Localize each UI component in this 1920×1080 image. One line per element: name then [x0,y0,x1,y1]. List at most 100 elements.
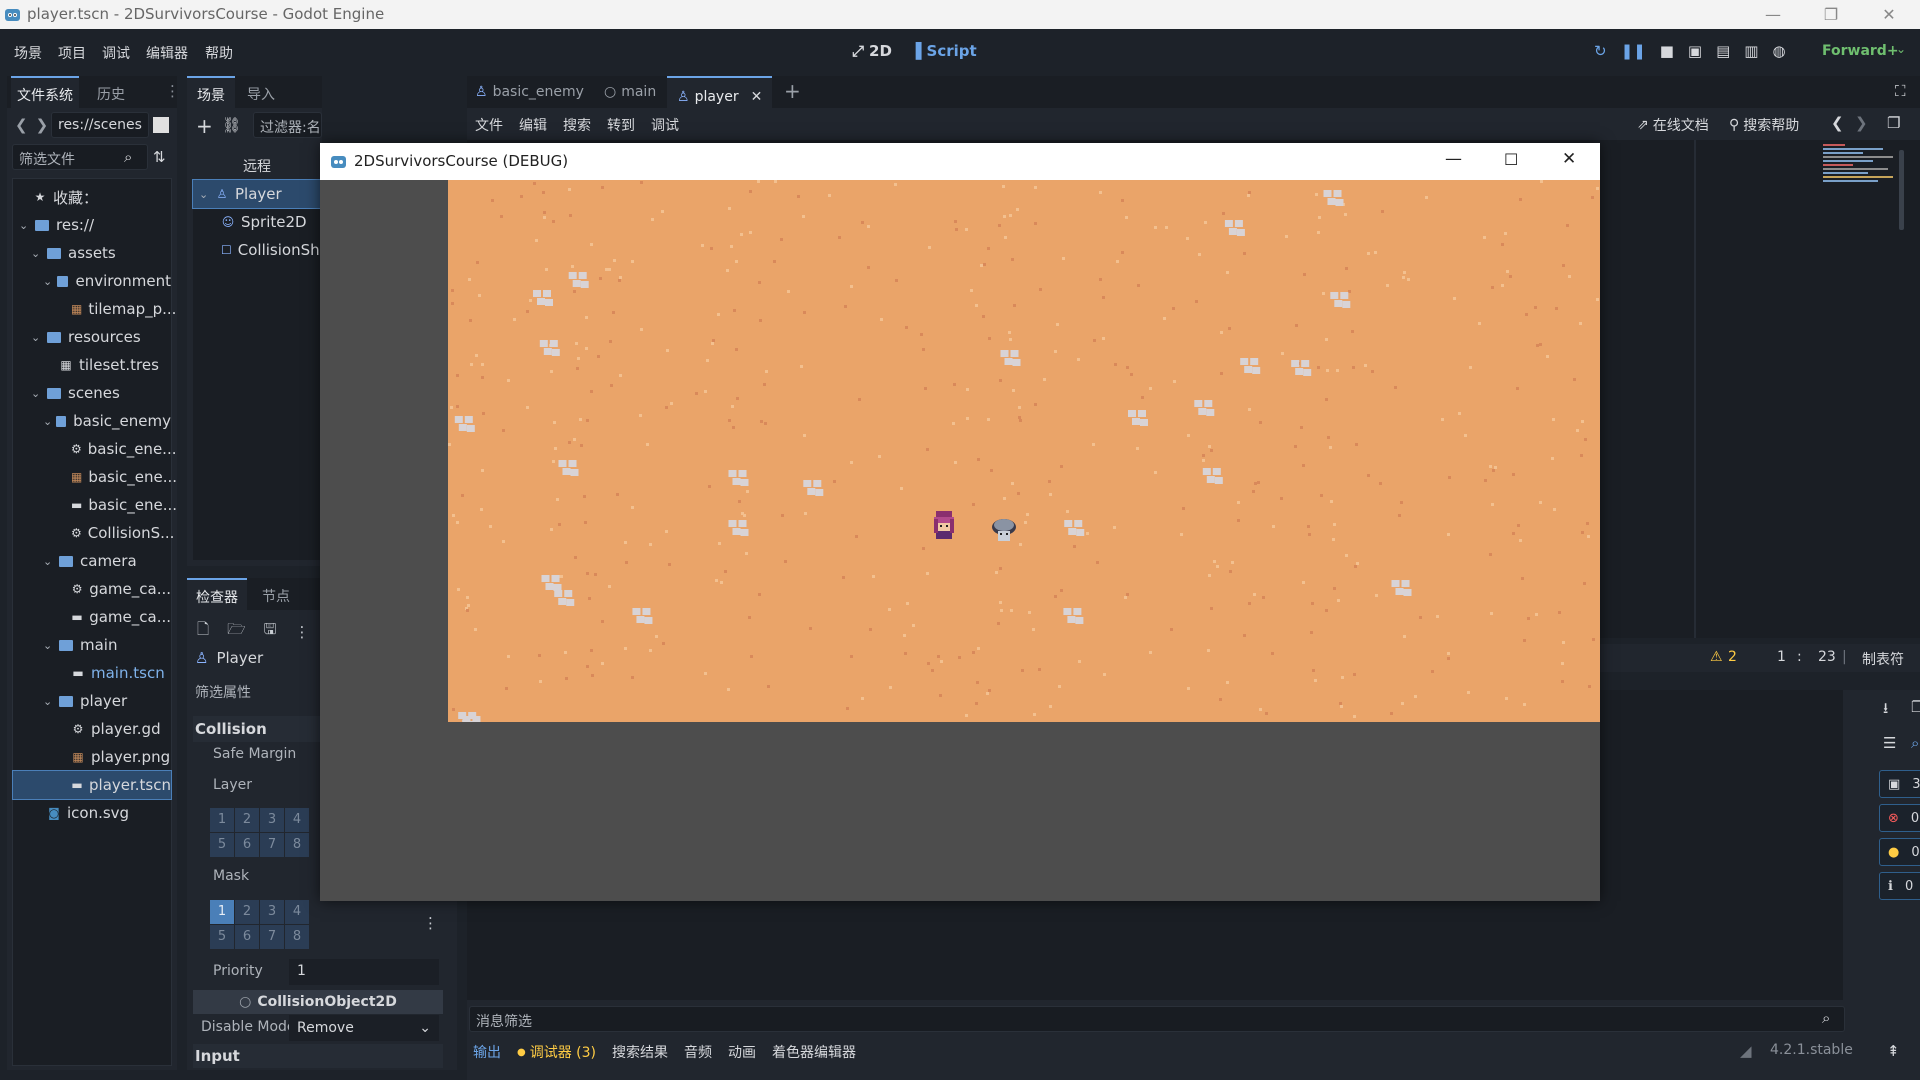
collision-bit[interactable]: 2 [235,900,259,924]
menu-scene[interactable]: 场景 [14,43,42,63]
file-tree-item[interactable]: ▬ player.tscn [12,770,172,800]
search-help-button[interactable]: ⚲ 搜索帮助 [1729,115,1799,135]
open-folder-icon[interactable]: 🗁 [227,619,246,644]
error-count-toggle[interactable]: ⊗ 0 [1879,804,1920,832]
tab-import[interactable]: 导入 [247,84,275,104]
scene-node-player[interactable]: ⌄ ♙ Player [192,179,323,209]
file-tree-item[interactable]: ⚙ CollisionS... [13,519,174,547]
collision-bit[interactable]: 3 [260,808,284,832]
play-scene-icon[interactable]: ▤ [1716,42,1730,60]
close-button[interactable]: ✕ [1860,0,1918,29]
message-count-toggle[interactable]: ▣ 3 [1879,770,1920,798]
tab-scene[interactable]: 场景 [187,76,235,108]
file-tree-item[interactable]: ▬ game_ca... [13,603,171,631]
forward-icon[interactable]: ❯ [36,116,49,134]
menu-editor[interactable]: 编辑器 [146,43,188,63]
stop-icon[interactable]: ■ [1660,42,1674,60]
collision-bit[interactable]: 5 [210,833,234,857]
collision-bit[interactable]: 6 [235,925,259,949]
game-viewport[interactable] [448,180,1600,722]
collision-bit[interactable]: 5 [210,925,234,949]
collision-bit[interactable]: 1 [210,900,234,924]
online-docs-button[interactable]: ⇗ 在线文档 [1637,115,1709,135]
file-tree-item[interactable]: ⌄ basic_enemy [13,407,171,435]
game-debug-window[interactable]: 2DSurvivorsCourse (DEBUG) — ☐ ✕ [320,143,1600,901]
toggle-split-icon[interactable] [153,117,169,133]
file-tree-item[interactable]: ▦ basic_ene... [13,463,177,491]
menu-help[interactable]: 帮助 [205,43,233,63]
file-tree-item[interactable]: ▦ tileset.tres [13,351,171,379]
sort-icon[interactable]: ⇅ [153,148,166,166]
chevron-down-icon[interactable]: ⌄ [43,639,55,652]
collision-bit[interactable]: 2 [235,808,259,832]
chevron-down-icon[interactable]: ⌄ [31,247,43,260]
tab-inspector[interactable]: 检查器 [187,578,247,610]
collision-bit[interactable]: 7 [260,833,284,857]
new-resource-icon[interactable]: 🗋 [197,619,209,644]
path-input[interactable]: res://scenes [51,112,149,138]
file-tree-item[interactable]: ⚙ basic_ene... [13,435,176,463]
chevron-down-icon[interactable]: ⌄ [19,219,31,232]
scene-node-collision-shape[interactable]: ☐ CollisionSha [193,236,329,264]
collision-bit[interactable]: 3 [260,900,284,924]
script-menu-edit[interactable]: 编辑 [519,115,547,135]
renderer-selector[interactable]: Forward+ [1822,43,1899,59]
script-menu-debug[interactable]: 调试 [651,115,679,135]
tab-animation[interactable]: 动画 [728,1042,756,1062]
version-label[interactable]: 4.2.1.stable [1770,1042,1853,1058]
file-tree-item[interactable]: ⌄ camera [13,547,171,575]
movie-maker-icon[interactable]: ◍ [1772,42,1785,60]
script-menu-goto[interactable]: 转到 [607,115,635,135]
back-icon[interactable]: ❮ [1831,114,1844,132]
warning-count[interactable]: 2 [1728,649,1737,665]
file-tree-item[interactable]: ⌄ resources [13,323,171,351]
maximize-button[interactable]: ❐ [1802,0,1860,29]
tab-node[interactable]: 节点 [262,586,290,606]
fullscreen-icon[interactable]: ⛶ [1895,82,1906,100]
more-icon[interactable]: ⋮ [294,623,309,641]
scene-tab-player[interactable]: ♙ player ✕ [667,76,773,108]
back-icon[interactable]: ❮ [15,116,28,134]
file-tree-item[interactable]: ⌄ main [13,631,171,659]
code-minimap[interactable] [1823,142,1903,232]
script-menu-search[interactable]: 搜索 [563,115,591,135]
info-count-toggle[interactable]: ℹ0 [1879,872,1920,900]
chevron-down-icon[interactable]: ⌄ [31,387,43,400]
scroll-lock-icon[interactable]: ⭳ [1883,698,1888,723]
chevron-down-icon[interactable]: ⌄ [1896,42,1906,56]
file-tree-item[interactable]: ▬ basic_ene... [13,491,177,519]
tab-debugger[interactable]: ● 调试器 (3) [517,1042,596,1062]
game-close-button[interactable]: ✕ [1562,149,1576,169]
tab-shader-editor[interactable]: 着色器编辑器 [772,1042,856,1062]
group-messages-icon[interactable]: ☰ [1883,734,1896,752]
remote-toggle[interactable]: 远程 [243,156,271,176]
add-node-icon[interactable]: + [196,114,213,138]
priority-input[interactable]: 1 [289,959,439,985]
file-tree-item[interactable]: ⌄ player [13,687,171,715]
file-tree-item[interactable]: ⌄ scenes [13,379,171,407]
chevron-down-icon[interactable]: ⌄ [43,415,52,428]
message-filter-input[interactable]: 消息筛选 [469,1006,1845,1032]
close-tab-icon[interactable]: ✕ [751,89,763,105]
collision-bit[interactable]: 8 [285,925,309,949]
collision-bit[interactable]: 7 [260,925,284,949]
file-tree-item[interactable]: ▦ tilemap_p... [13,295,176,323]
play-custom-icon[interactable]: ▥ [1744,42,1758,60]
more-icon[interactable]: ⋮ [165,82,180,100]
collision-bit[interactable]: 8 [285,833,309,857]
link-icon[interactable]: ⛓ [222,116,241,134]
scene-node-sprite2d[interactable]: ☺ Sprite2D [193,208,322,236]
remote-debug-icon[interactable]: ▣ [1688,42,1702,60]
window-toggle-icon[interactable]: ❐ [1887,114,1900,132]
file-tree-item[interactable]: ⌄ res:// [13,211,171,239]
tab-search-results[interactable]: 搜索结果 [612,1042,668,1062]
file-tree-item[interactable]: ▬ main.tscn [13,659,171,687]
tab-history[interactable]: 历史 [97,84,125,104]
chevron-down-icon[interactable]: ⌄ [43,695,55,708]
tab-output[interactable]: 输出 [473,1042,501,1062]
menu-project[interactable]: 项目 [58,43,86,63]
game-maximize-button[interactable]: ☐ [1504,150,1518,169]
collision-bit[interactable]: 6 [235,833,259,857]
tab-filesystem[interactable]: 文件系统 [11,76,79,108]
file-tree-item[interactable]: ◙ icon.svg [13,799,171,827]
